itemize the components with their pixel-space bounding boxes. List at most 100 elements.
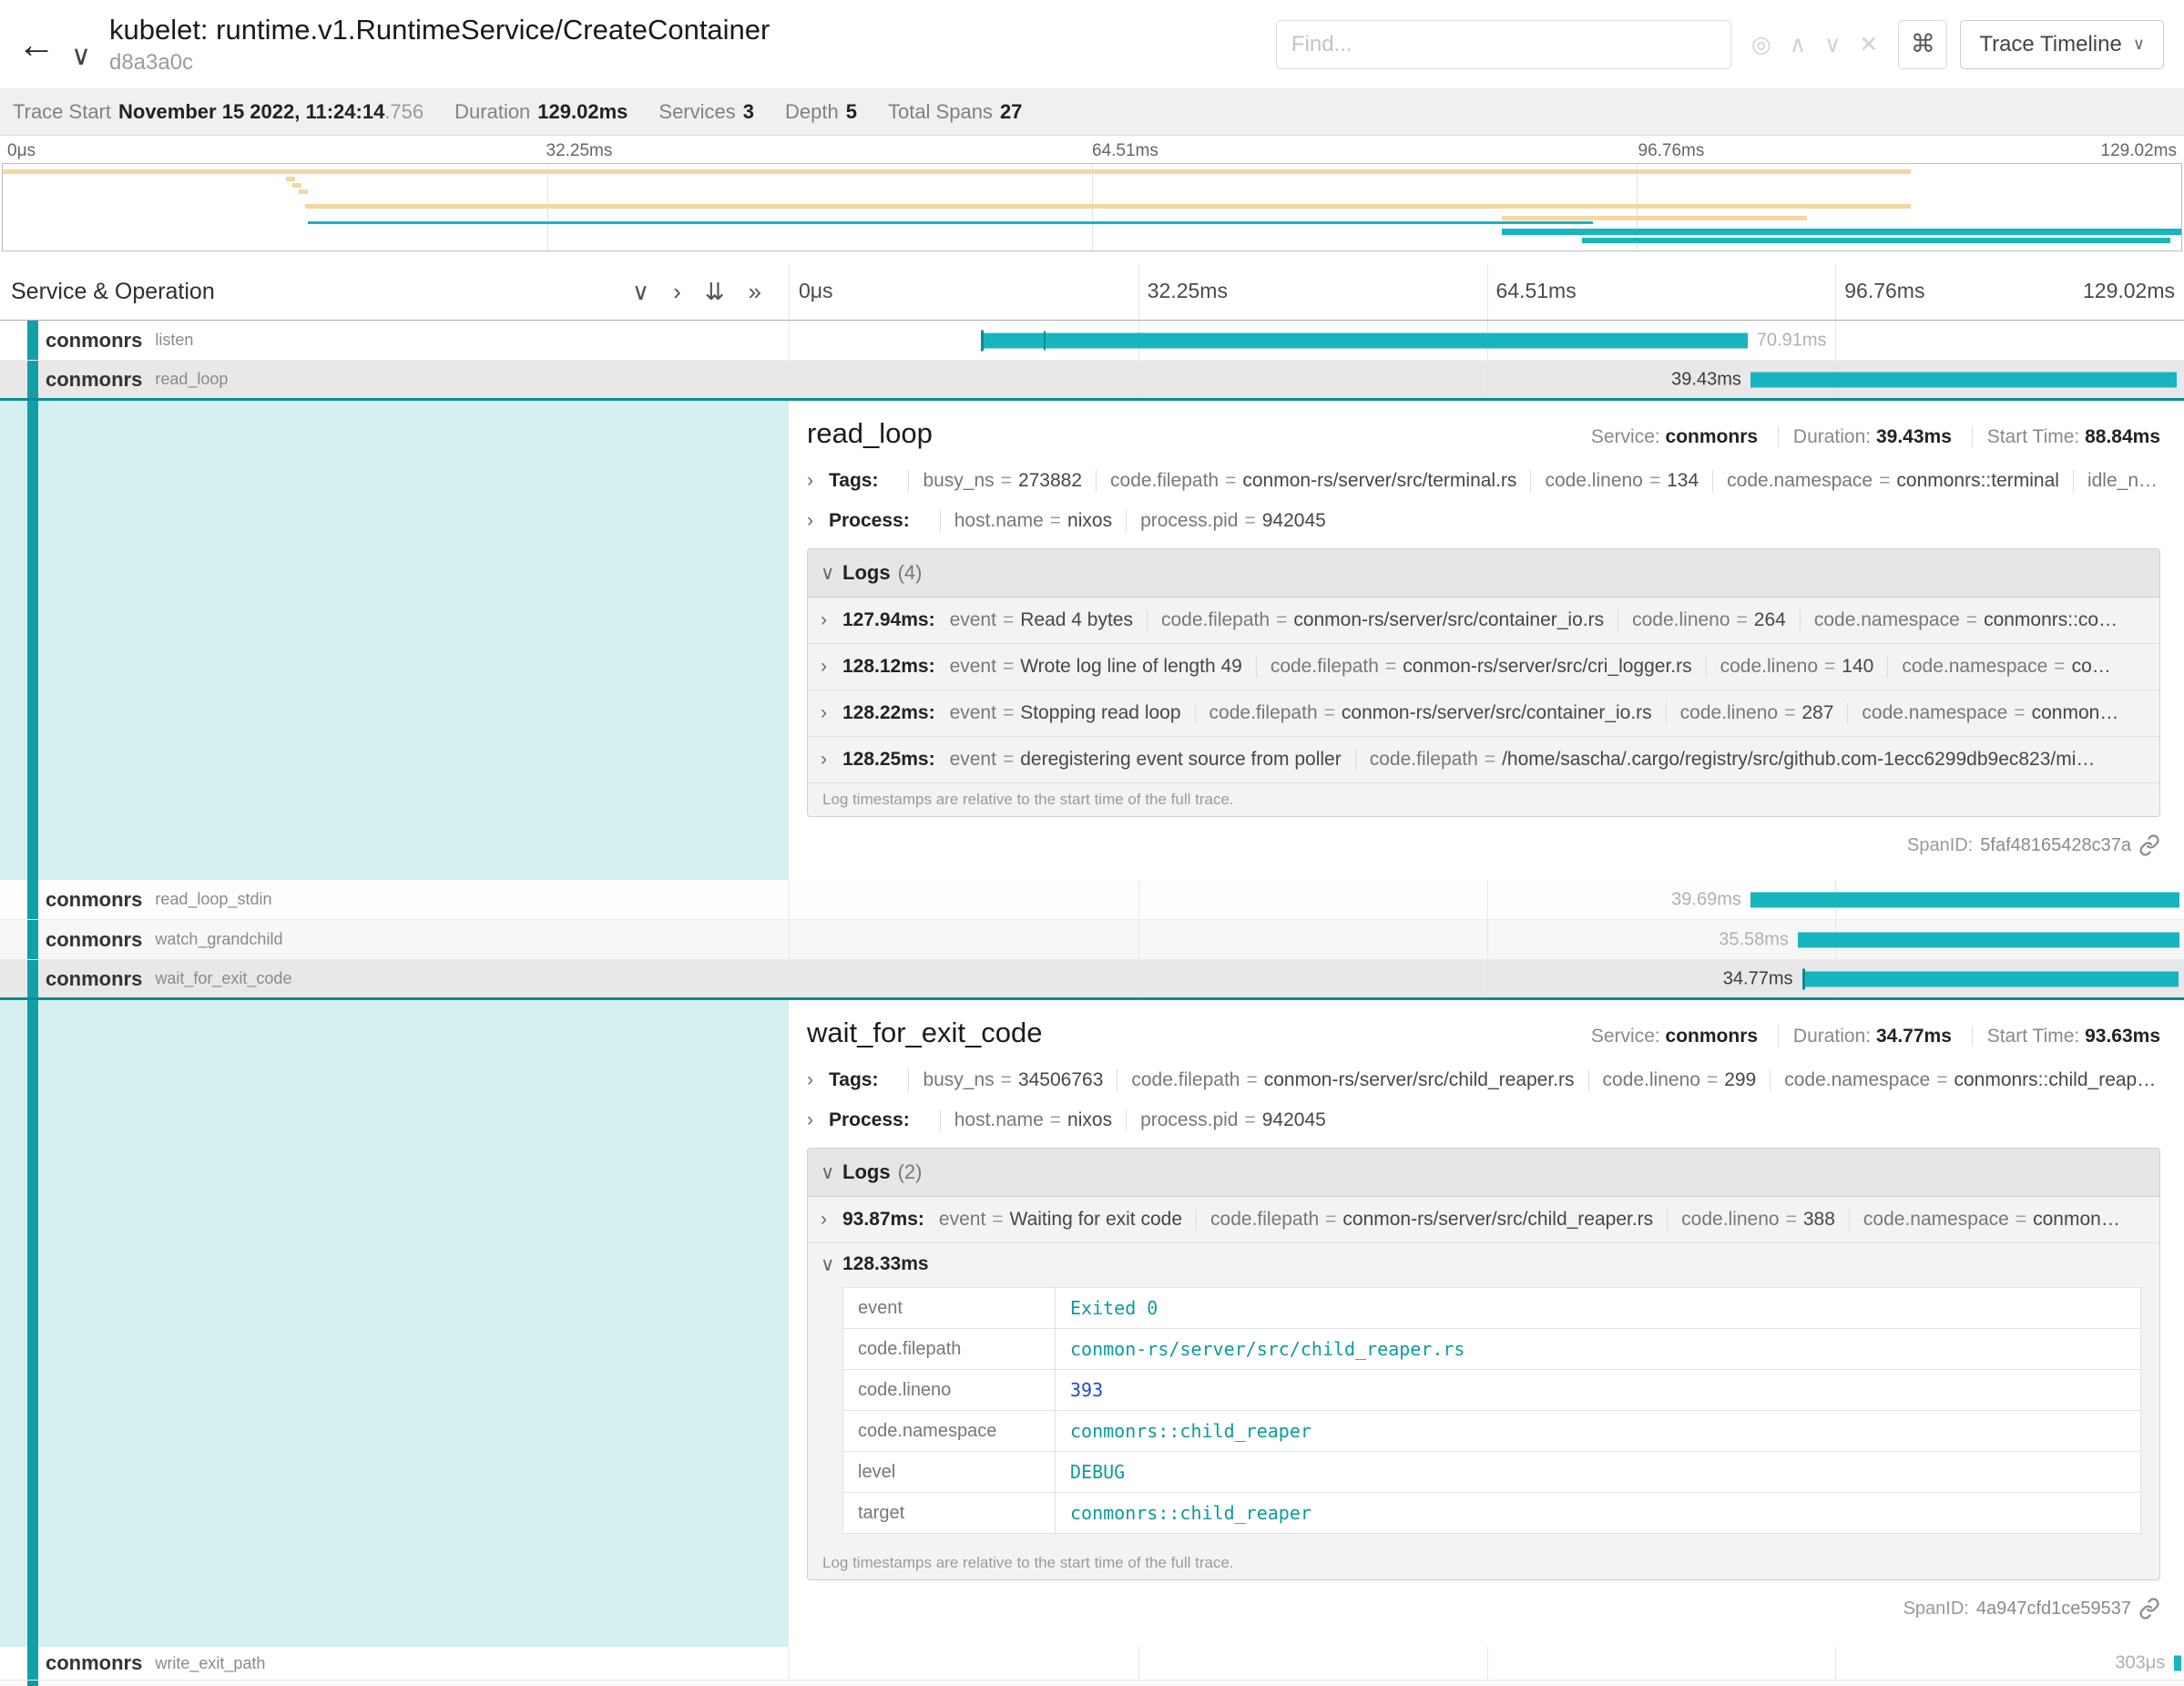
focus-match-icon[interactable]: ◎ — [1751, 31, 1771, 58]
log-fields-table: eventExited 0 code.filepathconmon-rs/ser… — [842, 1287, 2141, 1534]
table-row: levelDEBUG — [843, 1452, 2141, 1493]
chevron-right-icon[interactable]: › — [807, 1069, 829, 1091]
chevron-right-icon[interactable]: › — [821, 702, 842, 724]
minimap-span — [1582, 238, 2170, 243]
span-name-cell[interactable]: conmonrs write_exit_path — [0, 1647, 789, 1680]
detail-meta: Service: conmonrs Duration: 34.77ms Star… — [1591, 1026, 2160, 1047]
span-row-read-loop-stdin[interactable]: conmonrs read_loop_stdin 39.69ms — [0, 880, 2184, 920]
service-name: conmonrs — [46, 329, 142, 353]
partial-next-row — [0, 1681, 2184, 1686]
span-name-cell[interactable]: conmonrs wait_for_exit_code — [0, 960, 789, 997]
span-id-label: SpanID: — [1907, 835, 1973, 856]
chevron-right-icon[interactable]: › — [807, 510, 829, 532]
span-id-row: SpanID: 5faf48165428c37a — [807, 832, 2160, 859]
expand-one-icon[interactable]: › — [673, 278, 681, 306]
minimap-tick: 96.76ms — [1638, 141, 1705, 161]
prev-match-icon[interactable]: ∧ — [1790, 31, 1806, 58]
span-row-read-loop[interactable]: conmonrs read_loop 39.43ms — [0, 361, 2184, 401]
log-marker-tick — [1044, 331, 1046, 350]
log-entry[interactable]: › 127.94ms: event=Read 4 bytes code.file… — [808, 598, 2159, 644]
tags-row[interactable]: › Tags: busy_ns=273882 code.filepath=con… — [807, 465, 2160, 497]
minimap-root-span — [3, 169, 1911, 174]
expanded-log-header[interactable]: ∨ 128.33ms — [808, 1243, 2159, 1285]
detail-content: wait_for_exit_code Service: conmonrs Dur… — [789, 1000, 2184, 1647]
trace-minimap[interactable] — [2, 163, 2182, 251]
span-row-wait-for-exit-code[interactable]: conmonrs wait_for_exit_code 34.77ms — [0, 960, 2184, 1000]
chevron-right-icon[interactable]: › — [821, 656, 842, 678]
next-match-icon[interactable]: ∨ — [1824, 31, 1841, 58]
timeline-grid-header: Service & Operation ∨ › ⇊ » 0μs 32.25ms … — [0, 264, 2184, 321]
find-input[interactable] — [1277, 32, 1730, 57]
span-bar[interactable] — [981, 332, 1748, 348]
span-bar[interactable] — [2174, 1656, 2181, 1671]
process-label: Process: — [829, 510, 910, 532]
chevron-right-icon[interactable]: › — [821, 749, 842, 771]
span-row-listen[interactable]: conmonrs listen 70.91ms — [0, 321, 2184, 361]
back-button[interactable]: ← — [11, 19, 62, 70]
timeline-ruler: 0μs 32.25ms 64.51ms 96.76ms 129.02ms — [789, 264, 2184, 320]
service-color-stripe — [27, 960, 38, 997]
minimap-tick: 32.25ms — [546, 141, 613, 161]
chevron-right-icon[interactable]: › — [821, 1209, 842, 1231]
span-bar[interactable] — [1798, 932, 2179, 947]
trace-title: kubelet: runtime.v1.RuntimeService/Creat… — [109, 14, 770, 46]
service-name: conmonrs — [46, 967, 142, 991]
logs-footnote: Log timestamps are relative to the start… — [808, 783, 2159, 816]
copy-link-icon[interactable] — [2138, 1598, 2160, 1620]
chevron-down-icon: ∨ — [821, 1161, 842, 1184]
clear-search-icon[interactable]: ✕ — [1859, 31, 1878, 58]
span-bar[interactable] — [1750, 372, 2177, 387]
service-color-stripe — [27, 1000, 38, 1647]
process-row[interactable]: › Process: host.name=nixos process.pid=9… — [807, 1104, 2160, 1137]
copy-link-icon[interactable] — [2138, 834, 2160, 856]
span-row-watch-grandchild[interactable]: conmonrs watch_grandchild 35.58ms — [0, 920, 2184, 960]
collapse-all-icon[interactable]: ⇊ — [705, 278, 725, 306]
operation-name: read_loop_stdin — [155, 890, 271, 909]
chevron-right-icon[interactable]: › — [807, 470, 829, 492]
operation-name: watch_grandchild — [155, 930, 282, 949]
logs-header[interactable]: ∨ Logs (4) — [808, 549, 2159, 598]
service-color-stripe — [27, 361, 38, 398]
logs-footnote: Log timestamps are relative to the start… — [808, 1547, 2159, 1579]
trace-timeline-dropdown[interactable]: Trace Timeline ∨ — [1960, 20, 2164, 69]
expand-all-icon[interactable]: » — [749, 278, 761, 306]
keyboard-shortcuts-button[interactable]: ⌘ — [1898, 20, 1947, 69]
minimap-tick: 0μs — [7, 141, 36, 161]
log-entry[interactable]: › 128.22ms: event=Stopping read loop cod… — [808, 690, 2159, 737]
log-timestamp: 128.12ms: — [842, 656, 935, 678]
service-operation-title: Service & Operation — [11, 279, 215, 305]
tags-row[interactable]: › Tags: busy_ns=34506763 code.filepath=c… — [807, 1064, 2160, 1097]
span-name-cell[interactable]: conmonrs read_loop — [0, 361, 789, 398]
chevron-right-icon[interactable]: › — [821, 609, 842, 631]
detail-meta: Service: conmonrs Duration: 39.43ms Star… — [1591, 426, 2160, 448]
span-row-write-exit-path[interactable]: conmonrs write_exit_path 303μs — [0, 1647, 2184, 1681]
minimap-span — [1502, 229, 2181, 235]
log-entry[interactable]: › 128.25ms: event=deregistering event so… — [808, 737, 2159, 783]
chevron-right-icon[interactable]: › — [807, 1109, 829, 1131]
log-entry[interactable]: › 93.87ms: event=Waiting for exit code c… — [808, 1197, 2159, 1243]
service-color-stripe — [27, 920, 38, 959]
span-bar[interactable] — [1802, 971, 2179, 986]
log-entry[interactable]: › 128.12ms: event=Wrote log line of leng… — [808, 644, 2159, 690]
collapse-one-icon[interactable]: ∨ — [632, 278, 649, 306]
span-name-cell[interactable]: conmonrs read_loop_stdin — [0, 880, 789, 919]
service-color-stripe — [27, 401, 38, 880]
depth-item: Depth5 — [785, 100, 857, 124]
collapse-trace-header-icon[interactable]: ∨ — [71, 40, 91, 72]
logs-label: Logs — [842, 1160, 891, 1184]
span-id-value: 4a947cfd1ce59537 — [1976, 1599, 2131, 1620]
trace-title-block: kubelet: runtime.v1.RuntimeService/Creat… — [109, 14, 770, 76]
span-name-cell[interactable]: conmonrs watch_grandchild — [0, 920, 789, 959]
minimap-span — [305, 204, 1911, 209]
process-row[interactable]: › Process: host.name=nixos process.pid=9… — [807, 505, 2160, 537]
span-name-cell[interactable]: conmonrs listen — [0, 321, 789, 360]
span-detail-wait-for-exit-code: wait_for_exit_code Service: conmonrs Dur… — [0, 1000, 2184, 1647]
ruler-tick: 96.76ms — [1844, 279, 1924, 303]
detail-span-title: wait_for_exit_code — [807, 1017, 1043, 1049]
logs-header[interactable]: ∨ Logs (2) — [808, 1149, 2159, 1197]
find-box — [1276, 20, 1731, 69]
span-duration-label: 34.77ms — [1723, 968, 1793, 989]
minimap-span — [1502, 216, 1807, 220]
span-bar[interactable] — [1750, 892, 2180, 907]
log-timestamp: 128.22ms: — [842, 702, 935, 724]
